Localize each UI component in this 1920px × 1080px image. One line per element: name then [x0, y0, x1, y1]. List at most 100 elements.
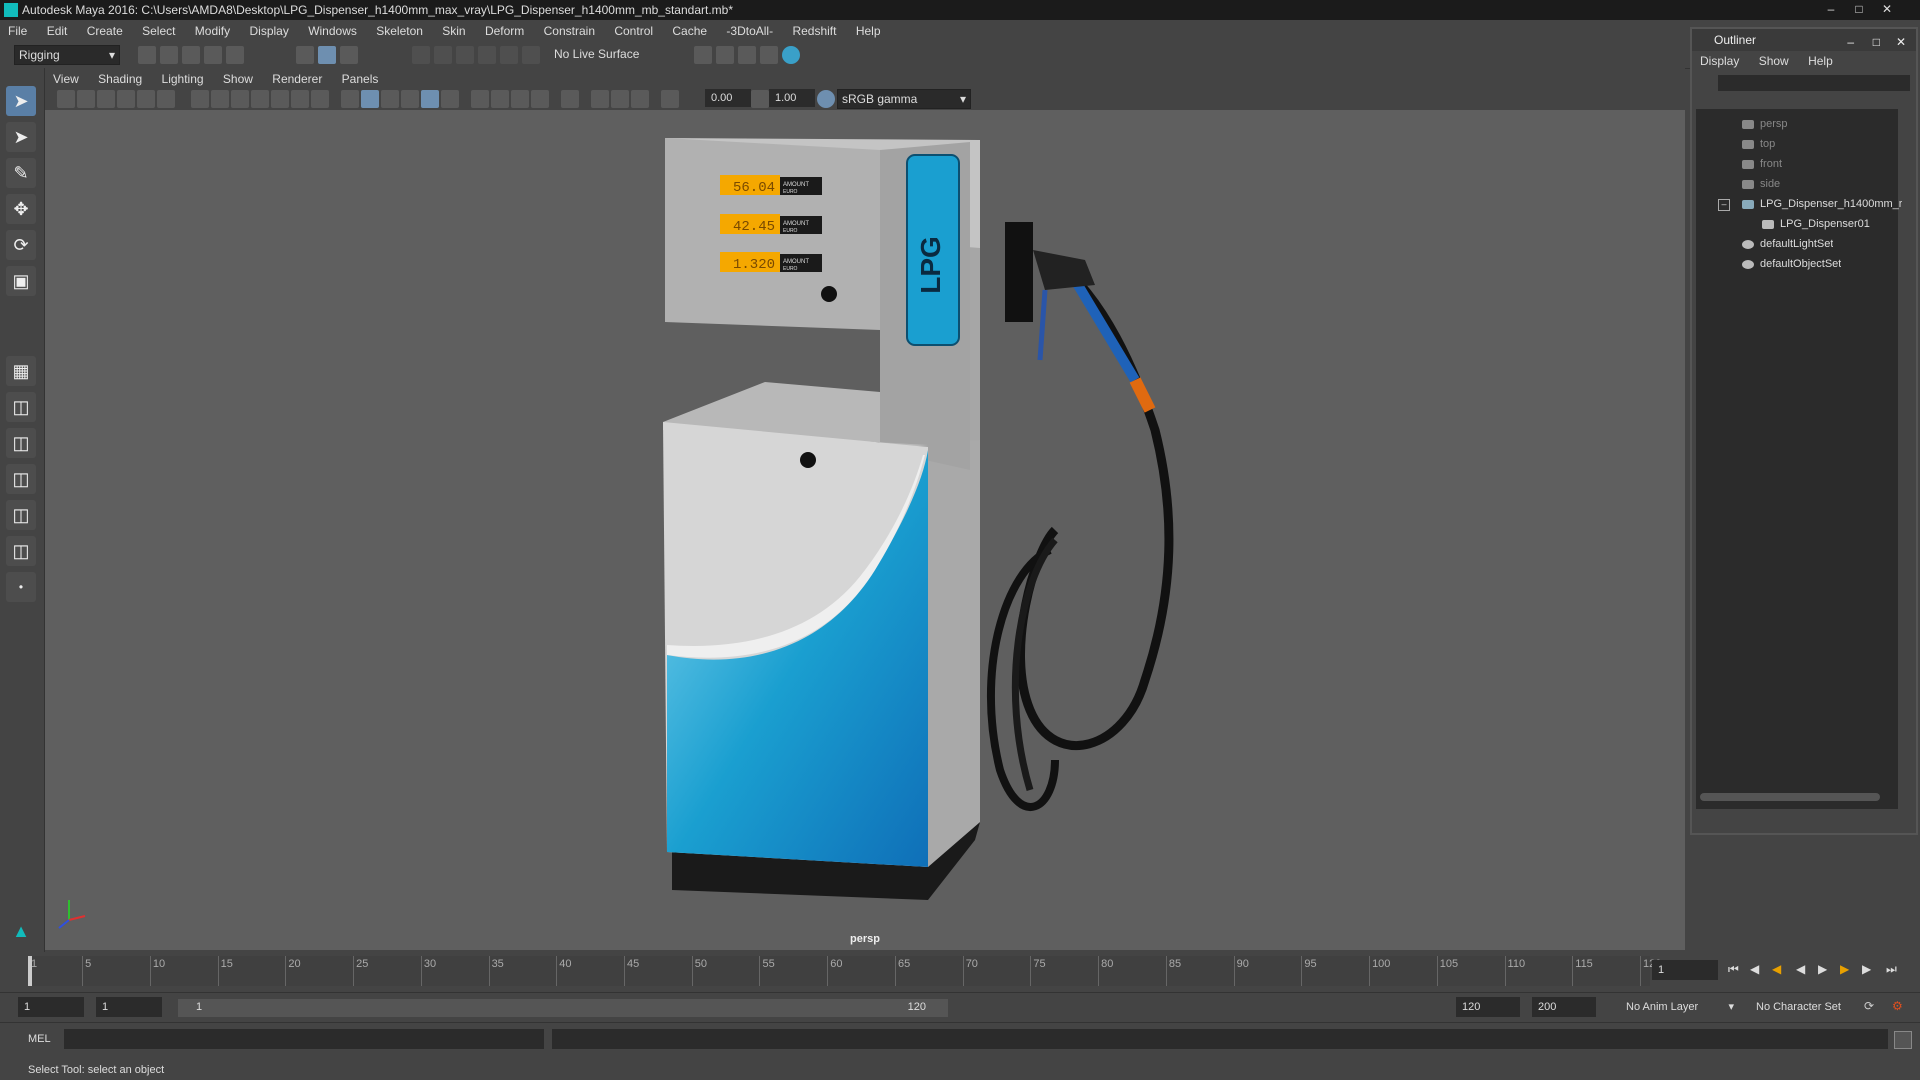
image-plane-icon[interactable] [117, 90, 135, 108]
textured-icon[interactable] [401, 90, 419, 108]
end-time-field[interactable]: 200 [1532, 997, 1596, 1017]
outliner-menu-show[interactable]: Show [1751, 51, 1797, 71]
rotate-tool-icon[interactable]: ⟳ [6, 230, 36, 260]
outliner-layout-icon[interactable]: ◫ [6, 500, 36, 530]
outliner-maximize-button[interactable]: □ [1873, 31, 1880, 53]
motion-blur-icon[interactable] [491, 90, 509, 108]
step-back-key-icon[interactable]: ◀ [1750, 962, 1759, 976]
auto-key-icon[interactable]: ⟳ [1864, 999, 1874, 1013]
select-object-icon[interactable] [318, 46, 336, 64]
menu-modify[interactable]: Modify [187, 20, 238, 42]
safe-action-icon[interactable] [291, 90, 309, 108]
more-layouts-icon[interactable]: • [6, 572, 36, 602]
shadows-icon[interactable] [441, 90, 459, 108]
outliner-menu-display[interactable]: Display [1692, 51, 1747, 71]
four-pane-layout-icon[interactable]: ◫ [6, 392, 36, 422]
script-editor-icon[interactable] [1894, 1031, 1912, 1049]
save-scene-icon[interactable] [182, 46, 200, 64]
grease-pencil-icon[interactable] [157, 90, 175, 108]
outliner-search-input[interactable] [1718, 75, 1910, 91]
bookmark-icon[interactable] [97, 90, 115, 108]
gamma-icon[interactable] [751, 90, 769, 108]
menu-file[interactable]: File [0, 20, 35, 42]
grid-icon[interactable] [191, 90, 209, 108]
new-scene-icon[interactable] [138, 46, 156, 64]
resolution-gate-icon[interactable] [231, 90, 249, 108]
xray-components-icon[interactable] [631, 90, 649, 108]
maximize-button[interactable]: □ [1846, 0, 1872, 18]
snap-point-icon[interactable] [456, 46, 474, 64]
ambient-occlusion-icon[interactable] [471, 90, 489, 108]
script-language-label[interactable]: MEL [28, 1033, 51, 1045]
snap-grid-icon[interactable] [412, 46, 430, 64]
two-pane-layout-icon[interactable]: ◫ [6, 428, 36, 458]
camera-attributes-icon[interactable] [77, 90, 95, 108]
time-slider[interactable]: 1 5 10 15 20 25 30 35 40 45 50 55 60 65 70 75 80 85 90 95 10… [0, 952, 1920, 992]
wireframe-on-shaded-icon[interactable] [381, 90, 399, 108]
snap-surface-icon[interactable] [500, 46, 518, 64]
menu-create[interactable]: Create [79, 20, 131, 42]
xray-joints-icon[interactable] [611, 90, 629, 108]
depth-of-field-icon[interactable] [531, 90, 549, 108]
select-hierarchy-icon[interactable] [296, 46, 314, 64]
snap-view-icon[interactable] [478, 46, 496, 64]
field-chart-icon[interactable] [271, 90, 289, 108]
move-tool-icon[interactable]: ✥ [6, 194, 36, 224]
outliner-item-side[interactable]: side [1742, 175, 1780, 193]
xray-icon[interactable] [591, 90, 609, 108]
outliner-menu-help[interactable]: Help [1800, 51, 1841, 71]
safe-title-icon[interactable] [311, 90, 329, 108]
step-back-frame-icon[interactable]: ◀ [1772, 962, 1781, 976]
panel-menu-lighting[interactable]: Lighting [154, 68, 212, 90]
snap-magnet-icon[interactable] [522, 46, 540, 64]
viewport-persp[interactable]: LPG 56.04 AMOUNT EURO 42.45 AMOUNT EURO … [45, 110, 1685, 950]
anti-aliasing-icon[interactable] [511, 90, 529, 108]
outliner-item-lpg-mesh[interactable]: LPG_Dispenser01 [1762, 215, 1870, 233]
close-button[interactable]: ✕ [1874, 0, 1900, 18]
exposure-field[interactable]: 0.00 [705, 89, 751, 107]
ipr-render-icon[interactable] [738, 46, 756, 64]
render-settings-icon[interactable] [760, 46, 778, 64]
menu-windows[interactable]: Windows [300, 20, 365, 42]
panel-menu-show[interactable]: Show [215, 68, 261, 90]
go-to-start-icon[interactable]: ⏮ [1728, 962, 1739, 977]
minimize-button[interactable]: – [1818, 0, 1844, 18]
time-ruler[interactable]: 1 5 10 15 20 25 30 35 40 45 50 55 60 65 70 75 80 85 90 95 10… [28, 956, 1661, 986]
wireframe-icon[interactable] [341, 90, 359, 108]
menu-control[interactable]: Control [606, 20, 661, 42]
menu-3dtoall[interactable]: -3DtoAll- [718, 20, 781, 42]
lasso-tool-icon[interactable]: ➤ [6, 122, 36, 152]
snap-curve-icon[interactable] [434, 46, 452, 64]
menu-help[interactable]: Help [848, 20, 889, 42]
scale-tool-icon[interactable]: ▣ [6, 266, 36, 296]
outliner-item-top[interactable]: top [1742, 135, 1775, 153]
current-time-marker[interactable] [28, 956, 32, 986]
playback-end-field[interactable]: 120 [1456, 997, 1520, 1017]
preferences-icon[interactable]: ⚙ [1892, 999, 1903, 1013]
play-backwards-icon[interactable]: ◀ [1796, 962, 1805, 976]
select-component-icon[interactable] [340, 46, 358, 64]
menu-skeleton[interactable]: Skeleton [368, 20, 431, 42]
film-gate-icon[interactable] [211, 90, 229, 108]
stacked-layout-icon[interactable]: ◫ [6, 464, 36, 494]
menu-select[interactable]: Select [134, 20, 183, 42]
color-management-icon[interactable] [817, 90, 835, 108]
panel-menu-panels[interactable]: Panels [334, 68, 387, 90]
menu-skin[interactable]: Skin [434, 20, 473, 42]
panel-menu-shading[interactable]: Shading [90, 68, 150, 90]
command-input[interactable] [64, 1029, 544, 1049]
playback-start-field[interactable]: 1 [96, 997, 162, 1017]
current-frame-field[interactable]: 1 [1652, 960, 1718, 980]
menu-set-dropdown[interactable]: Rigging ▾ [14, 45, 120, 65]
isolate-select-icon[interactable] [561, 90, 579, 108]
go-to-end-icon[interactable]: ⏭ [1886, 962, 1897, 977]
menu-display[interactable]: Display [241, 20, 296, 42]
menu-cache[interactable]: Cache [664, 20, 715, 42]
menu-constrain[interactable]: Constrain [536, 20, 603, 42]
redo-icon[interactable] [226, 46, 244, 64]
open-scene-icon[interactable] [160, 46, 178, 64]
hypershade-icon[interactable] [782, 46, 800, 64]
panel-menu-renderer[interactable]: Renderer [264, 68, 330, 90]
range-slider-track[interactable]: 1 120 [178, 999, 948, 1017]
outliner-item-default-light-set[interactable]: defaultLightSet [1742, 235, 1833, 253]
